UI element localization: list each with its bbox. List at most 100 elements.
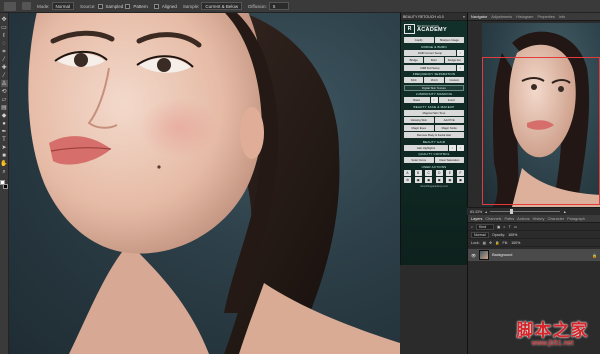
visibility-eye-icon[interactable]: 👁 — [471, 253, 476, 258]
user-action-b-button[interactable]: B — [414, 169, 422, 176]
solar-curve-button[interactable]: Solar Curve — [404, 157, 434, 163]
diffusion-input[interactable]: 5 — [268, 2, 289, 10]
tab-histogram[interactable]: Histogram — [516, 15, 533, 19]
shape-tool-icon[interactable]: ■ — [1, 152, 8, 159]
gradient-tool-icon[interactable]: ▤ — [1, 104, 8, 111]
lock-position-icon[interactable]: ✥ — [489, 241, 492, 245]
mode-control[interactable]: Mode: Normal — [37, 2, 75, 10]
dodge-tool-icon[interactable]: ● — [1, 120, 8, 127]
marquee-tool-icon[interactable]: ▭ — [1, 24, 8, 31]
zoom-value[interactable]: 83.33% — [470, 210, 482, 214]
magic-eyes-button[interactable]: Magic Eyes — [404, 124, 434, 131]
filter-shape-icon[interactable]: ▭ — [514, 225, 517, 229]
lock-pixels-icon[interactable]: ▦ — [483, 241, 486, 245]
tab-navigator[interactable]: Navigator — [471, 15, 487, 19]
brush-icon[interactable]: ⁄ — [449, 144, 456, 151]
action-icon[interactable]: ▣ — [446, 177, 454, 183]
copify-button[interactable]: Copify — [404, 37, 434, 43]
layer-name[interactable]: Background — [492, 253, 512, 257]
add-pink-button[interactable]: Add Pink — [434, 117, 464, 123]
lock-all-icon[interactable]: 🔒 — [495, 241, 499, 245]
tab-channels[interactable]: Channels — [485, 217, 501, 221]
type-tool-icon[interactable]: T — [1, 136, 8, 143]
hair-highlights-button[interactable]: Hair Highlights — [404, 144, 448, 151]
filter-adjust-icon[interactable]: ◐ — [503, 225, 505, 229]
tab-character[interactable]: Character — [547, 217, 564, 221]
tab-properties[interactable]: Properties — [537, 15, 554, 19]
zoom-in-icon[interactable]: ▲ — [563, 210, 567, 214]
tab-layers[interactable]: Layers — [471, 217, 482, 221]
panel-menu-icon[interactable]: ≡ — [463, 15, 465, 19]
tab-actions[interactable]: Actions — [517, 217, 529, 221]
pen-tool-icon[interactable]: ✒ — [1, 128, 8, 135]
db-full-setup-button[interactable]: D&B Full Setup — [404, 64, 456, 71]
quick-select-tool-icon[interactable]: ◌ — [1, 40, 8, 47]
freq-16bit-button[interactable]: 16-bit — [424, 77, 444, 83]
magical-skin-tone-button[interactable]: Magical Skin Tone — [404, 109, 464, 116]
source-pattern-radio[interactable] — [125, 3, 131, 9]
tab-history[interactable]: History — [533, 217, 545, 221]
zoom-tool-icon[interactable]: ⌕ — [1, 168, 8, 175]
mode-select[interactable]: Normal — [51, 2, 75, 10]
glowing-skin-button[interactable]: Glowing Skin — [404, 117, 434, 123]
zoom-out-icon[interactable]: ▴ — [485, 210, 487, 214]
lum-invert-button[interactable]: Invert — [438, 97, 464, 103]
filter-type-icon[interactable]: T — [509, 225, 511, 229]
clear-saturation-button[interactable]: Clear Saturation — [434, 157, 464, 163]
crop-tool-icon[interactable]: ⌗ — [1, 48, 8, 55]
settings-icon[interactable]: ⚙ — [404, 177, 411, 183]
healing-tool-icon[interactable]: ✚ — [1, 64, 8, 71]
action-icon[interactable]: ▣ — [435, 177, 443, 183]
hand-tool-icon[interactable]: ✋ — [0, 160, 7, 167]
user-action-f-button[interactable]: F — [456, 169, 464, 176]
action-icon[interactable]: ▣ — [425, 177, 433, 183]
tool-preset-picker[interactable] — [4, 1, 16, 11]
eraser-tool-icon[interactable]: ▱ — [1, 96, 8, 103]
freq-8bit-button[interactable]: 8-bit — [404, 77, 424, 83]
brush-icon[interactable]: ⁄ — [457, 144, 464, 151]
retouching-academy-url[interactable]: retouchingacademy.com — [404, 185, 464, 188]
navigator-view-box[interactable] — [482, 57, 600, 205]
lasso-tool-icon[interactable]: ℓ — [1, 32, 8, 39]
source-sampled-radio[interactable] — [97, 3, 103, 9]
magic-smile-button[interactable]: Magic Smile — [434, 124, 464, 131]
filter-pixel-icon[interactable]: ▣ — [497, 225, 500, 229]
history-brush-tool-icon[interactable]: ⟲ — [1, 88, 8, 95]
tab-info[interactable]: Info — [559, 15, 565, 19]
remove-body-facial-hair-button[interactable]: Remove Body & Facial Hair — [404, 132, 464, 138]
sharpen-image-button[interactable]: Sharpen Image — [434, 37, 464, 43]
user-action-a-button[interactable]: A — [404, 169, 411, 176]
move-tool-icon[interactable]: ✥ — [1, 16, 8, 23]
zoom-slider-knob[interactable] — [510, 209, 514, 214]
clone-stamp-tool-icon[interactable]: ♙ — [0, 80, 8, 87]
user-action-c-button[interactable]: C — [425, 169, 433, 176]
color-swatches[interactable] — [0, 180, 8, 190]
fill-value[interactable]: 100% — [511, 241, 520, 245]
brush-icon[interactable]: ⁄ — [457, 64, 464, 71]
burn-button[interactable]: Burn — [424, 57, 444, 63]
user-action-d-button[interactable]: D — [435, 169, 443, 176]
bridge-button[interactable]: Bridge — [404, 57, 424, 63]
user-action-e-button[interactable]: E — [446, 169, 454, 176]
brush-preset-icon[interactable] — [22, 2, 31, 10]
brush-icon[interactable]: ⁄ — [457, 49, 464, 56]
zoom-slider[interactable] — [490, 209, 561, 214]
freq-custom-button[interactable]: Custom — [444, 77, 464, 83]
opacity-value[interactable]: 100% — [508, 233, 517, 237]
layer-row-background[interactable]: 👁 Background 🔒 — [468, 249, 600, 261]
foreground-color-swatch[interactable] — [0, 180, 5, 185]
blur-tool-icon[interactable]: ◆ — [1, 112, 8, 119]
lum-basic-button[interactable]: Basic — [404, 97, 430, 103]
action-icon[interactable]: ▣ — [414, 177, 422, 183]
document-canvas[interactable] — [9, 13, 400, 354]
tab-paths[interactable]: Paths — [504, 217, 514, 221]
action-icon[interactable]: ▣ — [456, 177, 464, 183]
brush-tool-icon[interactable]: ⁄ — [1, 72, 8, 79]
sample-select[interactable]: Current & Below — [201, 2, 243, 10]
tab-adjustments[interactable]: Adjustments — [491, 15, 512, 19]
digital-skin-texture-button[interactable]: Digital Skin Texture — [404, 84, 464, 91]
aligned-control[interactable]: Aligned — [153, 3, 177, 9]
eyedropper-tool-icon[interactable]: ⁄ — [1, 56, 8, 63]
tab-paragraph[interactable]: Paragraph — [567, 217, 585, 221]
db-current-setup-button[interactable]: D&B Current Setup — [404, 49, 456, 56]
